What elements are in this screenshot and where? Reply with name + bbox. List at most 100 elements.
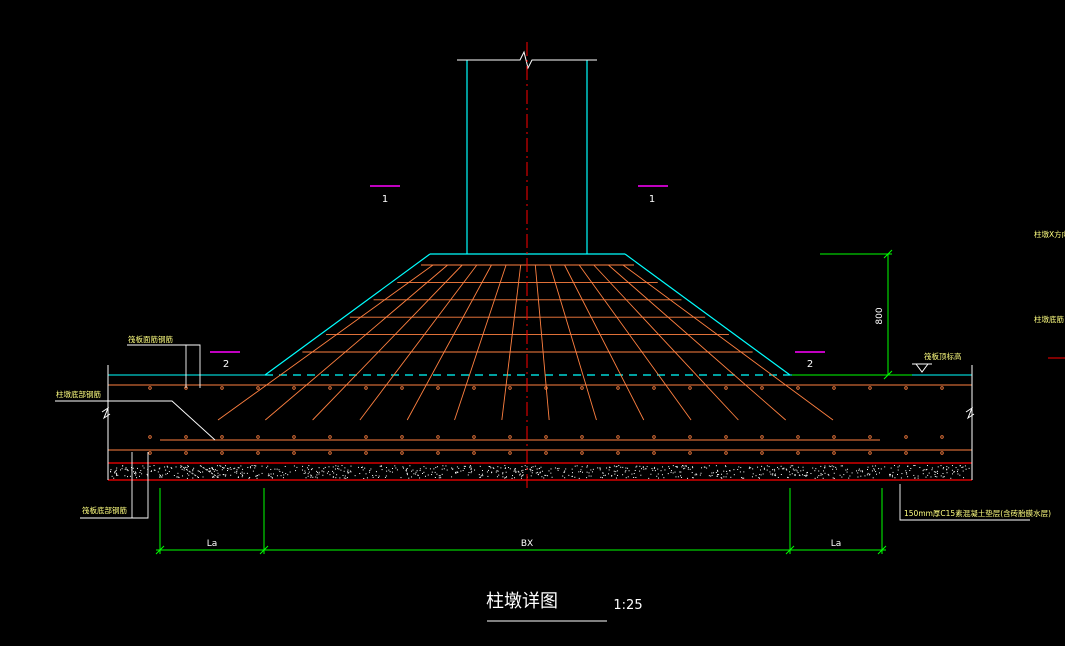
cushion-speck <box>608 466 610 468</box>
cushion-speck <box>648 477 650 479</box>
cushion-speck <box>761 465 763 467</box>
cushion-speck <box>942 476 944 478</box>
cushion-speck <box>119 469 121 471</box>
cushion-speck <box>240 472 242 474</box>
section-1-right-label: 1 <box>649 194 655 205</box>
cushion-speck <box>800 470 802 472</box>
cushion-speck <box>760 469 762 471</box>
rebar-dot <box>400 451 404 455</box>
cushion-speck <box>815 468 817 470</box>
cushion-speck <box>820 474 822 476</box>
cushion-speck <box>193 467 195 469</box>
cushion-speck <box>871 470 873 472</box>
cushion-speck <box>830 466 832 468</box>
cushion-speck <box>599 469 601 471</box>
rebar-dot <box>796 386 800 390</box>
cushion-speck <box>581 466 583 468</box>
cushion-speck <box>689 468 691 470</box>
rebar-dot <box>256 435 260 439</box>
cushion-speck <box>434 476 436 478</box>
cushion-speck <box>588 475 590 477</box>
cushion-speck <box>348 471 350 473</box>
cushion-speck <box>321 470 323 472</box>
cushion-speck <box>268 474 270 476</box>
cushion-speck <box>412 469 414 471</box>
cushion-speck <box>513 470 515 472</box>
cushion-speck <box>133 471 135 473</box>
cushion-speck <box>116 473 118 475</box>
cushion-speck <box>366 477 368 479</box>
cushion-speck <box>959 474 961 476</box>
cushion-speck <box>922 473 924 475</box>
cushion-speck <box>500 467 502 469</box>
cushion-speck <box>661 474 663 476</box>
cushion-speck <box>789 474 791 476</box>
cushion-speck <box>252 470 254 472</box>
cushion-speck <box>856 470 858 472</box>
cushion-speck <box>379 465 381 467</box>
cushion-speck <box>657 468 659 470</box>
cushion-speck <box>212 476 214 478</box>
cushion-speck <box>721 477 723 479</box>
top-rebar-left-label: 筏板面筋钢筋 <box>128 334 173 344</box>
cushion-speck <box>802 466 804 468</box>
cushion-speck <box>135 472 137 474</box>
cushion-speck <box>925 476 927 478</box>
cushion-speck <box>540 466 542 468</box>
cushion-speck <box>209 470 211 472</box>
cushion-speck <box>544 474 546 476</box>
cushion-speck <box>217 476 219 478</box>
cushion-speck <box>635 476 637 478</box>
cushion-speck <box>146 473 148 475</box>
cushion-speck <box>766 465 768 467</box>
cushion-speck <box>211 473 213 475</box>
rebar-dot <box>724 451 728 455</box>
cushion-speck <box>930 476 932 478</box>
cushion-speck <box>159 467 161 469</box>
cushion-speck <box>181 465 183 467</box>
cushion-speck <box>197 470 199 472</box>
cushion-speck <box>344 467 346 469</box>
cushion-speck <box>249 477 251 479</box>
cushion-speck <box>234 467 236 469</box>
cushion-speck <box>737 468 739 470</box>
cushion-speck <box>200 465 202 467</box>
cushion-speck <box>620 466 622 468</box>
cushion-speck <box>651 468 653 470</box>
cushion-speck <box>406 468 408 470</box>
rebar-dot <box>328 386 332 390</box>
rebar-dot <box>364 386 368 390</box>
rebar-dot <box>904 435 908 439</box>
cushion-speck <box>537 473 539 475</box>
rebar-dot <box>940 386 944 390</box>
cushion-speck <box>624 471 626 473</box>
rebar-dot <box>328 435 332 439</box>
rebar-dot <box>220 386 224 390</box>
cushion-speck <box>652 469 654 471</box>
cushion-speck <box>197 476 199 478</box>
cushion-speck <box>762 473 764 475</box>
cushion-speck <box>789 466 791 468</box>
cushion-speck <box>243 472 245 474</box>
cushion-speck <box>502 476 504 478</box>
rebar-dot <box>292 435 296 439</box>
cushion-speck <box>157 471 159 473</box>
cushion-speck <box>818 470 820 472</box>
rebar-dot <box>436 435 440 439</box>
cushion-speck <box>615 471 617 473</box>
cushion-speck <box>586 471 588 473</box>
cushion-speck <box>617 474 619 476</box>
cushion-speck <box>571 475 573 477</box>
cushion-speck <box>675 476 677 478</box>
cushion-speck <box>711 472 713 474</box>
rebar-dot <box>256 451 260 455</box>
cushion-speck <box>375 471 377 473</box>
cushion-speck <box>758 477 760 479</box>
cushion-speck <box>962 470 964 472</box>
mesh-radial-bar <box>564 264 645 421</box>
cushion-speck <box>841 476 843 478</box>
cushion-speck <box>406 472 408 474</box>
cushion-speck <box>950 477 952 479</box>
cushion-speck <box>701 467 703 469</box>
cushion-speck <box>586 466 588 468</box>
